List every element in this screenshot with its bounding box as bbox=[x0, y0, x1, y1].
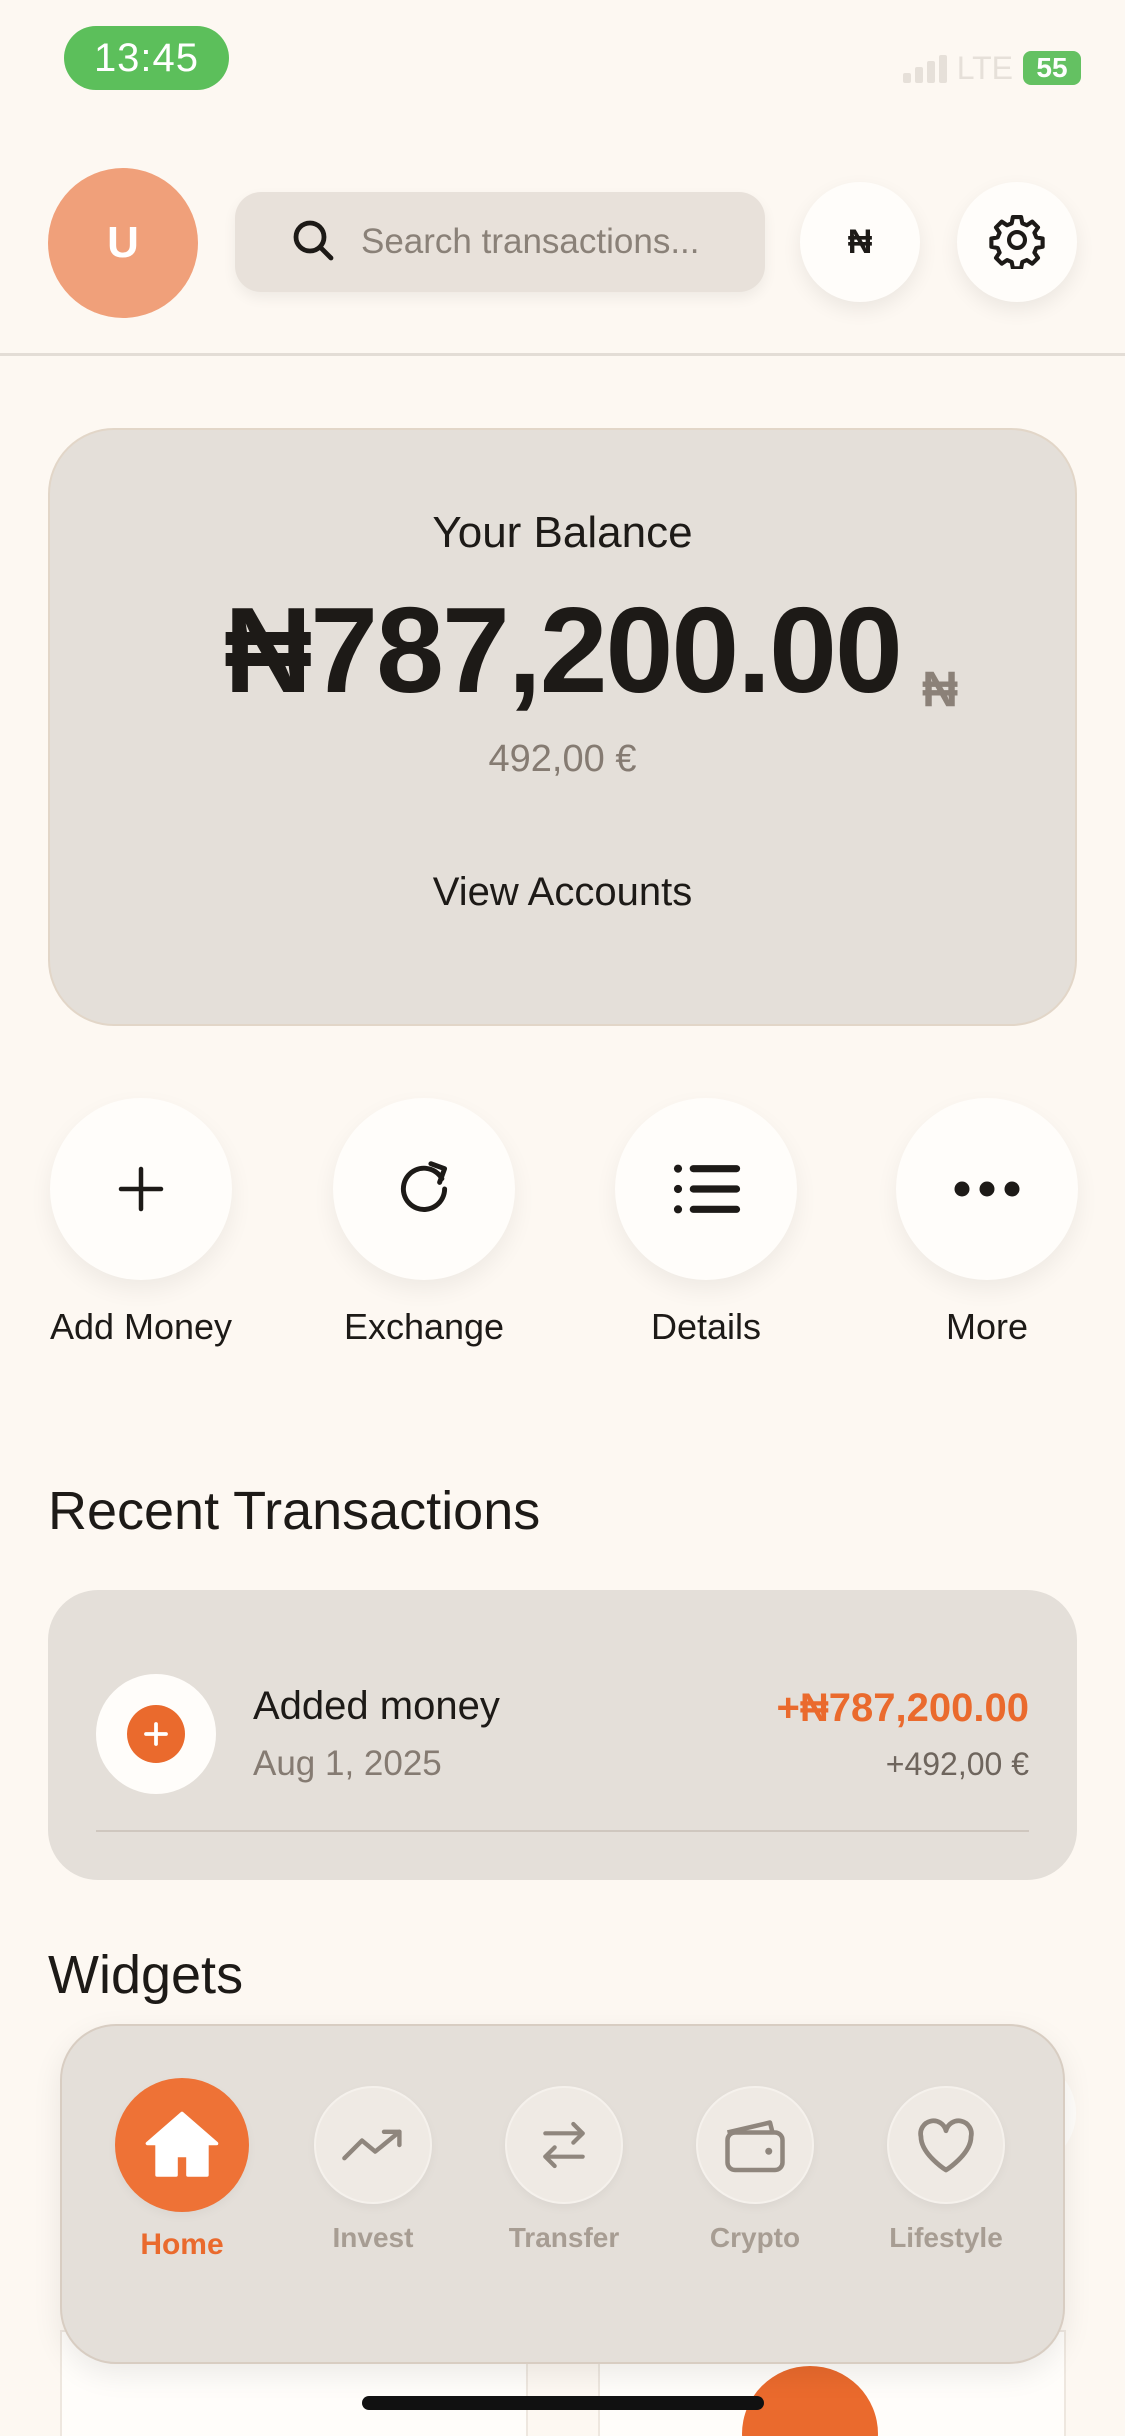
more-icon bbox=[896, 1098, 1078, 1280]
details-button[interactable]: Details bbox=[606, 1098, 806, 1348]
divider bbox=[96, 1830, 1029, 1832]
home-icon bbox=[115, 2078, 249, 2212]
transaction-title: Added money bbox=[253, 1684, 500, 1728]
action-label: Add Money bbox=[49, 1306, 233, 1347]
plus-icon bbox=[50, 1098, 232, 1280]
nav-home[interactable]: Home bbox=[107, 2078, 257, 2262]
plus-icon bbox=[127, 1705, 185, 1763]
bottom-navigation: Home Invest Transfer Crypto Lifestyle bbox=[60, 2024, 1065, 2364]
balance-label: Your Balance bbox=[432, 508, 693, 557]
transactions-card: Added money Aug 1, 2025 +₦787,200.00 +49… bbox=[48, 1590, 1077, 1880]
transaction-date: Aug 1, 2025 bbox=[253, 1744, 442, 1783]
network-type: LTE bbox=[956, 49, 1013, 86]
refresh-icon bbox=[333, 1098, 515, 1280]
nav-invest[interactable]: Invest bbox=[298, 2086, 448, 2254]
list-icon bbox=[615, 1098, 797, 1280]
heart-icon bbox=[887, 2086, 1005, 2204]
transaction-icon bbox=[96, 1674, 216, 1794]
home-indicator bbox=[362, 2396, 764, 2410]
transaction-converted: +492,00 € bbox=[885, 1746, 1029, 1782]
nav-label: Transfer bbox=[508, 2222, 620, 2253]
signal-icon bbox=[902, 53, 947, 83]
battery-icon: 55 bbox=[1023, 51, 1081, 85]
status-time: 13:45 bbox=[64, 26, 229, 90]
action-label: Details bbox=[650, 1306, 762, 1347]
trend-up-icon bbox=[314, 2086, 432, 2204]
nav-label: Invest bbox=[332, 2222, 414, 2253]
action-label: Exchange bbox=[343, 1306, 505, 1347]
top-header: U ₦ bbox=[0, 168, 1125, 356]
nav-lifestyle[interactable]: Lifestyle bbox=[871, 2086, 1021, 2254]
nav-label: Crypto bbox=[709, 2222, 801, 2253]
balance-card[interactable]: Your Balance ₦787,200.00 ₦ 492,00 € View… bbox=[48, 428, 1077, 1026]
view-accounts-link[interactable]: View Accounts bbox=[50, 870, 1075, 915]
settings-button[interactable] bbox=[957, 182, 1077, 302]
status-indicators: LTE 55 bbox=[902, 48, 1081, 88]
nav-transfer[interactable]: Transfer bbox=[489, 2086, 639, 2254]
balance-converted: 492,00 € bbox=[488, 738, 637, 780]
transfer-icon bbox=[505, 2086, 623, 2204]
nav-label: Home bbox=[140, 2228, 224, 2261]
search-input[interactable] bbox=[361, 222, 741, 262]
more-button[interactable]: More bbox=[887, 1098, 1087, 1348]
search-bar[interactable] bbox=[235, 192, 765, 292]
nav-crypto[interactable]: Crypto bbox=[680, 2086, 830, 2254]
nav-label: Lifestyle bbox=[889, 2222, 1003, 2253]
transaction-amount: +₦787,200.00 bbox=[776, 1686, 1029, 1730]
action-label: More bbox=[945, 1306, 1029, 1347]
currency-badge: ₦ bbox=[922, 661, 959, 717]
avatar[interactable]: U bbox=[48, 168, 198, 318]
currency-button[interactable]: ₦ bbox=[800, 182, 920, 302]
wallet-icon bbox=[696, 2086, 814, 2204]
gear-icon bbox=[988, 211, 1046, 274]
add-money-button[interactable]: Add Money bbox=[41, 1098, 241, 1348]
recent-transactions-title: Recent Transactions bbox=[48, 1481, 541, 1541]
search-icon bbox=[289, 216, 337, 269]
exchange-button[interactable]: Exchange bbox=[324, 1098, 524, 1348]
widgets-title: Widgets bbox=[48, 1945, 244, 2005]
